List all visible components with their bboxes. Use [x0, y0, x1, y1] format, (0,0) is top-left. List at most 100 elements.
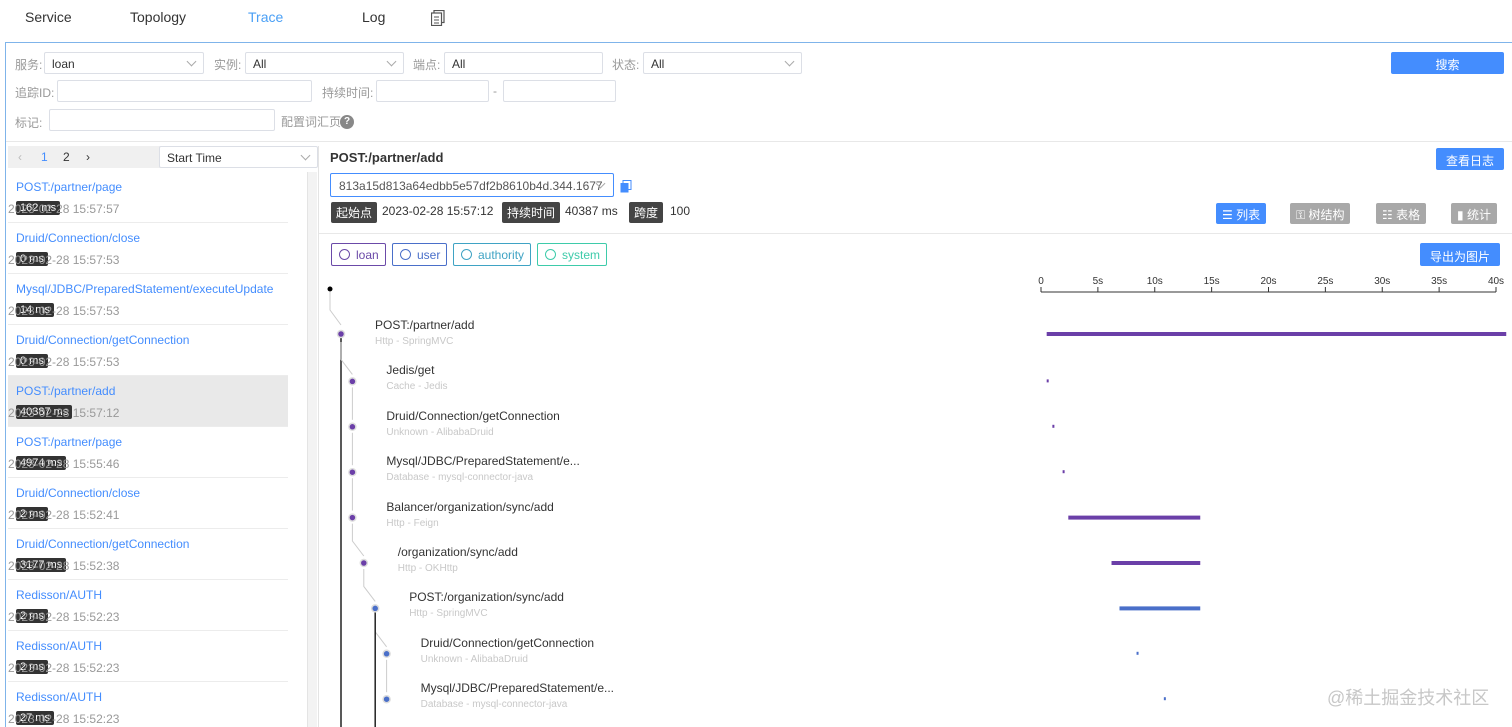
tree-connector [374, 614, 387, 648]
status-select[interactable]: All [643, 52, 802, 74]
root-node [327, 286, 333, 292]
span-component: Unknown - AlibabaDruid [386, 426, 494, 438]
list-icon: ☰ [1222, 208, 1237, 222]
duration-min-input[interactable] [376, 80, 489, 102]
view-list-button[interactable]: ☰ 列表 [1216, 203, 1267, 224]
trace-list-item[interactable]: Redisson/AUTH 2 ms 2023-02-28 15:52:23 [8, 580, 288, 631]
service-filter-user[interactable]: user [392, 243, 448, 266]
span-name[interactable]: Druid/Connection/getConnection [421, 636, 594, 650]
trace-list-item[interactable]: POST:/partner/add 40387 ms 2023-02-28 15:5… [8, 376, 288, 427]
endpoint-input[interactable]: All [444, 52, 603, 74]
bar-chart-icon: ▮ [1457, 208, 1467, 222]
endpoint-label: 端点: [413, 58, 441, 72]
nav-trace[interactable]: Trace [248, 9, 283, 25]
axis-tick-label: 30s [1374, 276, 1390, 287]
span-node [382, 649, 391, 659]
endpoint-value: All [452, 57, 466, 71]
span-name[interactable]: Mysql/JDBC/PreparedStatement/e... [386, 454, 579, 468]
trace-id-input[interactable] [57, 80, 312, 102]
trace-list-item[interactable]: Redisson/AUTH 27 ms 2023-02-28 15:52:23 [8, 682, 288, 727]
trace-timestamp: 2023-02-28 15:52:41 [8, 508, 120, 522]
next-page-button[interactable]: › [86, 150, 90, 164]
trace-list-item[interactable]: POST:/partner/page 162 ms 2023-02-28 15:57… [8, 172, 288, 223]
view-tree-button[interactable]: ⚿ 树结构 [1290, 203, 1351, 224]
span-node [336, 329, 346, 339]
trace-list-item[interactable]: Druid/Connection/getConnection 3177 ms 202… [8, 529, 288, 580]
service-filter-loan[interactable]: loan [331, 243, 386, 266]
service-select[interactable]: loan [44, 52, 204, 74]
span-name[interactable]: /organization/sync/add [398, 545, 518, 559]
page-2[interactable]: 2 [63, 150, 70, 164]
trace-list-item[interactable]: Druid/Connection/getConnection 0 ms 2023-0… [8, 325, 288, 376]
export-image-button[interactable]: 导出为图片 [1420, 243, 1500, 266]
tags-input[interactable] [49, 109, 275, 131]
span-bar [1052, 424, 1055, 428]
trace-list-item[interactable]: Redisson/AUTH 2 ms 2023-02-28 15:52:23 [8, 631, 288, 682]
axis-tick-label: 35s [1431, 276, 1447, 287]
page-1[interactable]: 1 [41, 150, 48, 164]
duration-separator: - [493, 84, 497, 98]
view-stats-label: 统计 [1466, 208, 1491, 222]
span-name[interactable]: POST:/partner/add [375, 318, 474, 332]
trace-list-item[interactable]: Druid/Connection/close 2 ms 2023-02-28 15:… [8, 478, 288, 529]
copy-document-icon[interactable] [431, 10, 445, 26]
trace-list-item[interactable]: Druid/Connection/close 0 ms 2023-02-28 15:… [8, 223, 288, 274]
span-component: Http - OKHttp [397, 563, 458, 574]
view-list-label: 列表 [1236, 208, 1261, 222]
nav-log[interactable]: Log [362, 9, 385, 25]
nav-service[interactable]: Service [25, 9, 72, 25]
span-node [348, 513, 357, 522]
view-table-button[interactable]: ☷ 表格 [1376, 203, 1427, 224]
list-scrollbar[interactable] [307, 172, 317, 727]
span-name[interactable]: Balancer/organization/sync/add [386, 500, 553, 514]
view-logs-button[interactable]: 查看日志 [1436, 148, 1504, 170]
duration-max-input[interactable] [503, 80, 616, 102]
chevron-down-icon [186, 56, 197, 67]
trace-timestamp: 2023-02-28 15:55:46 [8, 457, 120, 471]
nav-topology[interactable]: Topology [130, 9, 186, 25]
instance-select[interactable]: All [245, 52, 404, 74]
span-bar [1111, 561, 1201, 565]
span-node [348, 377, 357, 386]
trace-timestamp: 2023-02-28 15:57:57 [8, 202, 120, 216]
question-circle-icon[interactable]: ? [340, 115, 354, 129]
trace-id-select[interactable]: 813a15d813a64edbb5e57df2b8610b4d.344.167… [330, 173, 614, 197]
trace-list-item[interactable]: Mysql/JDBC/PreparedStatement/executeUpda… [8, 274, 288, 325]
circle-icon [461, 249, 472, 260]
trace-endpoint: Druid/Connection/close [16, 231, 141, 245]
span-name[interactable]: Druid/Connection/getConnection [386, 409, 559, 423]
tree-connector [340, 342, 353, 375]
trace-endpoint: Redisson/AUTH [16, 639, 103, 653]
span-name[interactable]: Jedis/get [386, 363, 434, 377]
instance-label: 实例: [214, 58, 242, 72]
view-table-label: 表格 [1396, 208, 1421, 222]
trace-timestamp: 2023-02-28 15:52:23 [8, 610, 120, 624]
span-bar [1136, 651, 1139, 655]
service-name: user [417, 248, 441, 262]
chevron-down-icon [300, 150, 311, 161]
axis-tick-label: 0 [1038, 276, 1044, 287]
circle-icon [545, 249, 556, 260]
prev-page-button[interactable]: ‹ [18, 150, 22, 164]
trace-id-label: 追踪ID: [15, 86, 55, 100]
duration-value: 40387 ms [565, 204, 618, 218]
span-bar [1062, 470, 1065, 474]
service-filter-authority[interactable]: authority [453, 243, 532, 266]
sort-select[interactable]: Start Time [159, 146, 318, 168]
tree-icon: ⚿ [1296, 208, 1309, 222]
span-name[interactable]: POST:/organization/sync/add [409, 590, 564, 604]
view-stats-button[interactable]: ▮ 统计 [1451, 203, 1497, 224]
span-name[interactable]: Mysql/JDBC/PreparedStatement/e... [421, 681, 614, 695]
span-bar [1068, 515, 1201, 520]
search-button[interactable]: 搜索 [1391, 52, 1504, 74]
copy-icon[interactable] [620, 180, 632, 193]
config-link[interactable]: 配置词汇页 [281, 113, 341, 130]
trace-timestamp: 2023-02-28 15:52:38 [8, 559, 120, 573]
service-filter-system[interactable]: system [537, 243, 608, 266]
service-value: loan [52, 57, 75, 71]
trace-timestamp: 2023-02-28 15:52:23 [8, 712, 120, 726]
trace-list-item[interactable]: POST:/partner/page 4974 ms 2023-02-28 15:5… [8, 427, 288, 478]
trace-id-value: 813a15d813a64edbb5e57df2b8610b4d.344.167… [339, 179, 603, 193]
tree-connector [329, 292, 342, 326]
span-component: Cache - Jedis [386, 381, 448, 393]
